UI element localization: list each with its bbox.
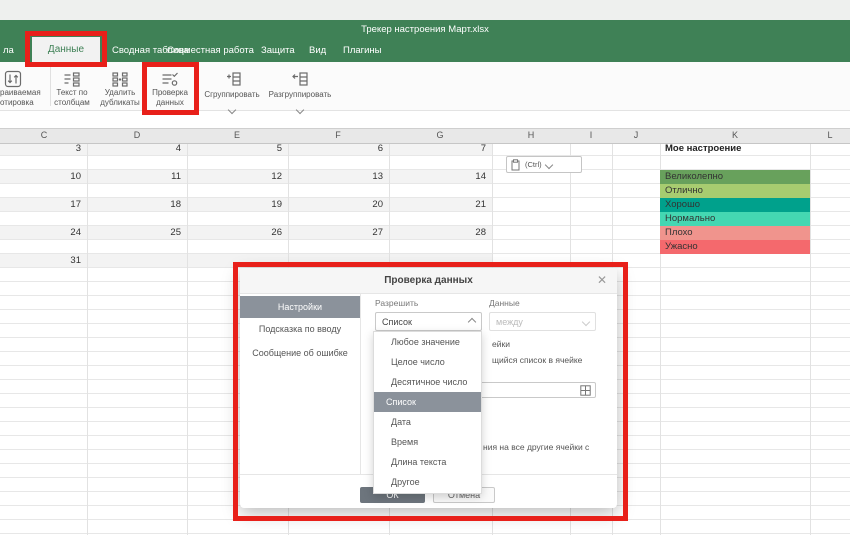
cell[interactable]: 28	[390, 226, 486, 240]
cell[interactable]: 18	[88, 198, 181, 212]
cell[interactable]: 11	[88, 170, 181, 184]
cell[interactable]: 19	[188, 198, 282, 212]
mood-cell-otlichno[interactable]: Отлично	[660, 184, 810, 198]
dialog-tab-error-message[interactable]: Сообщение об ошибке	[240, 348, 360, 358]
remove-duplicates-label-2: дубликаты	[90, 98, 150, 108]
mood-cell-ploho[interactable]: Плохо	[660, 226, 810, 240]
dropdown-item-decimal[interactable]: Десятичное число	[374, 372, 481, 392]
cell[interactable]: 21	[390, 198, 486, 212]
cell[interactable]: 7	[390, 142, 486, 156]
allow-value: Список	[382, 317, 412, 327]
column-header-d[interactable]: D	[134, 129, 141, 142]
remove-duplicates-button[interactable]: Удалить дубликаты	[90, 88, 150, 107]
column-header-i[interactable]: I	[590, 129, 593, 142]
mood-cell-velikolepno[interactable]: Великолепно	[660, 170, 810, 184]
data-validation-label-1: Проверка	[146, 88, 194, 98]
custom-sort-button[interactable]: раиваемая отировка	[0, 88, 46, 107]
cell[interactable]: 13	[289, 170, 383, 184]
cell[interactable]: 3	[0, 142, 81, 156]
cell[interactable]: 14	[390, 170, 486, 184]
tab-plugins[interactable]: Плагины	[343, 45, 382, 56]
top-strip	[0, 0, 850, 20]
dropdown-item-time[interactable]: Время	[374, 432, 481, 452]
gridline-vertical	[87, 128, 88, 535]
dropdown-item-whole-number[interactable]: Целое число	[374, 352, 481, 372]
document-title: Трекер настроения Март.xlsx	[0, 24, 850, 35]
dialog-title: Проверка данных	[240, 268, 617, 294]
column-header-j[interactable]: J	[634, 129, 639, 142]
column-header-e[interactable]: E	[234, 129, 240, 142]
dialog-tab-settings[interactable]: Настройки	[240, 296, 360, 318]
cell[interactable]: 27	[289, 226, 383, 240]
data-validation-label-2: данных	[146, 98, 194, 108]
cell[interactable]: 26	[188, 226, 282, 240]
mood-cell-normalno[interactable]: Нормально	[660, 212, 810, 226]
cell[interactable]: 31	[0, 254, 81, 268]
column-header-l[interactable]: L	[827, 129, 832, 142]
dropdown-item-text-length[interactable]: Длина текста	[374, 452, 481, 472]
apply-changes-text-fragment: ния на все другие ячейки с	[483, 442, 589, 452]
app-window: Трекер настроения Март.xlsx ла Данные Св…	[0, 0, 850, 535]
tab-formula-partial[interactable]: ла	[3, 45, 14, 56]
cell[interactable]: 24	[0, 226, 81, 240]
ungroup-button[interactable]: Разгруппировать	[262, 90, 338, 100]
data-value: между	[496, 317, 523, 327]
dialog-tab-input-hint[interactable]: Подсказка по вводу	[240, 324, 360, 334]
cell[interactable]: 25	[88, 226, 181, 240]
custom-sort-label-1: раиваемая	[0, 88, 46, 98]
expand-chevron-icon	[582, 317, 590, 325]
tab-view[interactable]: Вид	[309, 45, 326, 56]
cell[interactable]: 12	[188, 170, 282, 184]
remove-duplicates-label-1: Удалить	[90, 88, 150, 98]
column-header-h[interactable]: H	[528, 129, 535, 142]
collapse-chevron-icon	[468, 317, 476, 325]
allow-dropdown-list: Любое значение Целое число Десятичное чи…	[373, 331, 482, 494]
custom-sort-label-2: отировка	[0, 98, 46, 108]
column-header-c[interactable]: C	[41, 129, 48, 142]
paste-options-chevron-icon	[544, 160, 552, 168]
tab-data[interactable]: Данные	[32, 37, 100, 62]
column-header-f[interactable]: F	[335, 129, 341, 142]
dropdown-item-any-value[interactable]: Любое значение	[374, 332, 481, 352]
ungroup-chevron-icon[interactable]	[297, 100, 303, 118]
paste-options-button[interactable]: (Ctrl)	[506, 156, 582, 173]
data-combobox[interactable]: между	[489, 312, 596, 331]
column-header-g[interactable]: G	[436, 129, 443, 142]
cell[interactable]: 5	[188, 142, 282, 156]
mood-cell-uzhasno[interactable]: Ужасно	[660, 240, 810, 254]
column-header-k[interactable]: K	[732, 129, 738, 142]
cell[interactable]: 10	[0, 170, 81, 184]
dropdown-item-list[interactable]: Список	[374, 392, 481, 412]
cell[interactable]: 20	[289, 198, 383, 212]
dropdown-item-date[interactable]: Дата	[374, 412, 481, 432]
mood-column-header[interactable]: Мое настроение	[665, 142, 741, 156]
gridline-vertical	[810, 128, 811, 535]
data-validation-button[interactable]: Проверка данных	[146, 88, 194, 107]
clipboard-icon	[511, 159, 521, 171]
allow-label: Разрешить	[375, 298, 418, 308]
mood-cell-horosho[interactable]: Хорошо	[660, 198, 810, 212]
cell[interactable]: 17	[0, 198, 81, 212]
select-range-icon[interactable]	[580, 385, 591, 396]
tab-collaboration[interactable]: Совместная работа	[167, 45, 254, 56]
ignore-blanks-text-fragment: ейки	[492, 339, 510, 349]
group-chevron-icon[interactable]	[229, 100, 235, 118]
paste-options-label: (Ctrl)	[525, 160, 542, 169]
cell[interactable]: 4	[88, 142, 181, 156]
allow-combobox[interactable]: Список	[375, 312, 482, 331]
group-button[interactable]: Сгруппировать	[197, 90, 267, 100]
tab-protection[interactable]: Защита	[261, 45, 295, 56]
group-label: Сгруппировать	[197, 90, 267, 100]
ungroup-label: Разгруппировать	[262, 90, 338, 100]
dialog-sidebar-divider	[360, 293, 361, 474]
cell[interactable]: 6	[289, 142, 383, 156]
close-icon[interactable]: ✕	[597, 273, 607, 287]
dropdown-item-other[interactable]: Другое	[374, 472, 481, 492]
show-list-text-fragment: щийся список в ячейке	[492, 355, 582, 365]
data-label: Данные	[489, 298, 520, 308]
gridline-vertical	[187, 128, 188, 535]
